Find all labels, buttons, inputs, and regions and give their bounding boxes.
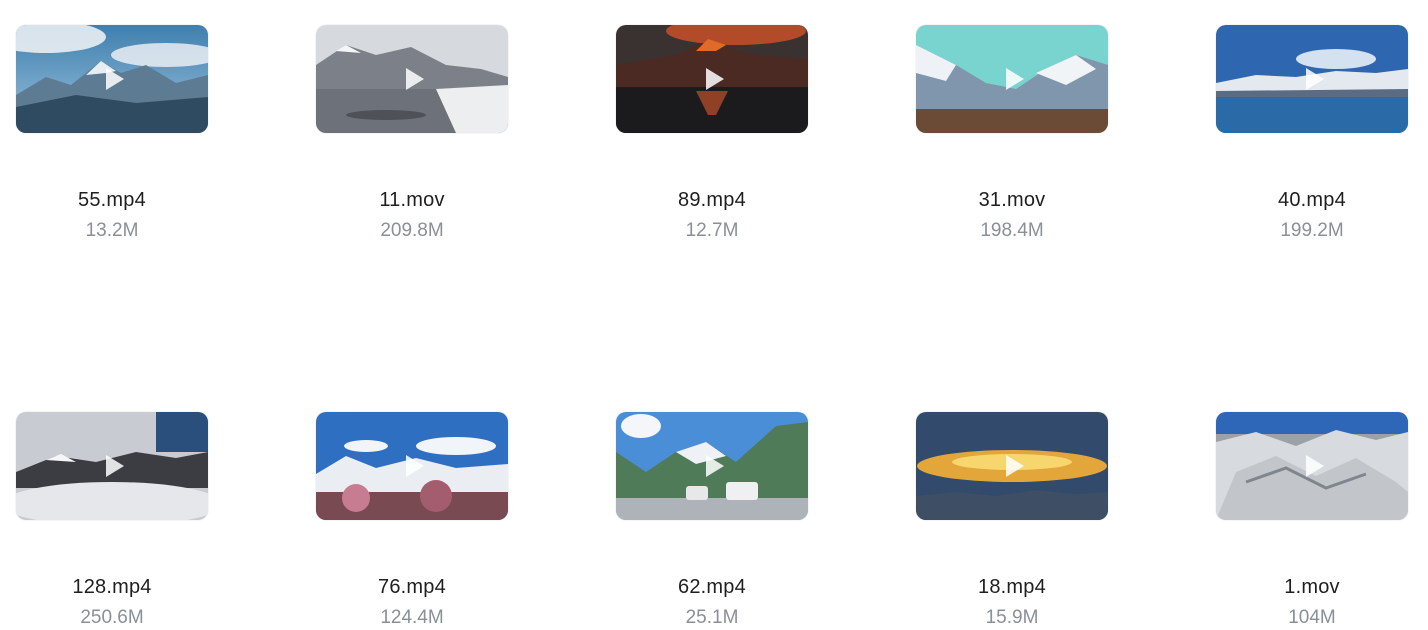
play-icon bbox=[1306, 68, 1324, 90]
file-name: 1.mov bbox=[1284, 576, 1340, 598]
file-name: 55.mp4 bbox=[78, 189, 146, 211]
play-icon bbox=[706, 68, 724, 90]
video-tile[interactable]: 31.mov 198.4M bbox=[916, 25, 1108, 241]
play-icon bbox=[1006, 455, 1024, 477]
video-thumbnail[interactable] bbox=[616, 412, 808, 520]
file-size: 250.6M bbox=[80, 607, 144, 628]
play-icon bbox=[106, 68, 124, 90]
video-thumbnail[interactable] bbox=[316, 25, 508, 133]
file-size: 209.8M bbox=[380, 220, 444, 241]
video-thumbnail[interactable] bbox=[1216, 25, 1408, 133]
video-thumbnail[interactable] bbox=[16, 412, 208, 520]
video-tile[interactable]: 55.mp4 13.2M bbox=[16, 25, 208, 241]
play-icon bbox=[706, 455, 724, 477]
play-icon bbox=[1006, 68, 1024, 90]
video-thumbnail[interactable] bbox=[316, 412, 508, 520]
play-icon bbox=[406, 68, 424, 90]
file-size: 15.9M bbox=[985, 607, 1039, 628]
video-tile[interactable]: 89.mp4 12.7M bbox=[616, 25, 808, 241]
video-thumbnail[interactable] bbox=[16, 25, 208, 133]
file-name: 18.mp4 bbox=[978, 576, 1046, 598]
file-name: 62.mp4 bbox=[678, 576, 746, 598]
file-name: 89.mp4 bbox=[678, 189, 746, 211]
video-grid: 55.mp4 13.2M 11.mov 209.8M 89.mp4 12.7M … bbox=[0, 0, 1428, 630]
file-size: 124.4M bbox=[380, 607, 444, 628]
video-tile[interactable]: 18.mp4 15.9M bbox=[916, 412, 1108, 628]
play-icon bbox=[1306, 455, 1324, 477]
video-tile[interactable]: 128.mp4 250.6M bbox=[16, 412, 208, 628]
play-icon bbox=[106, 455, 124, 477]
video-tile[interactable]: 40.mp4 199.2M bbox=[1216, 25, 1408, 241]
file-name: 31.mov bbox=[978, 189, 1046, 211]
video-tile[interactable]: 62.mp4 25.1M bbox=[616, 412, 808, 628]
play-icon bbox=[406, 455, 424, 477]
file-size: 25.1M bbox=[685, 607, 739, 628]
video-thumbnail[interactable] bbox=[916, 25, 1108, 133]
file-name: 128.mp4 bbox=[72, 576, 152, 598]
file-name: 76.mp4 bbox=[378, 576, 446, 598]
file-name: 40.mp4 bbox=[1278, 189, 1346, 211]
video-tile[interactable]: 76.mp4 124.4M bbox=[316, 412, 508, 628]
file-size: 198.4M bbox=[980, 220, 1044, 241]
file-size: 12.7M bbox=[685, 220, 739, 241]
video-thumbnail[interactable] bbox=[916, 412, 1108, 520]
file-size: 199.2M bbox=[1280, 220, 1344, 241]
file-name: 11.mov bbox=[379, 189, 445, 211]
video-thumbnail[interactable] bbox=[1216, 412, 1408, 520]
video-tile[interactable]: 11.mov 209.8M bbox=[316, 25, 508, 241]
video-thumbnail[interactable] bbox=[616, 25, 808, 133]
file-size: 13.2M bbox=[85, 220, 139, 241]
file-size: 104M bbox=[1288, 607, 1336, 628]
video-tile[interactable]: 1.mov 104M bbox=[1216, 412, 1408, 628]
